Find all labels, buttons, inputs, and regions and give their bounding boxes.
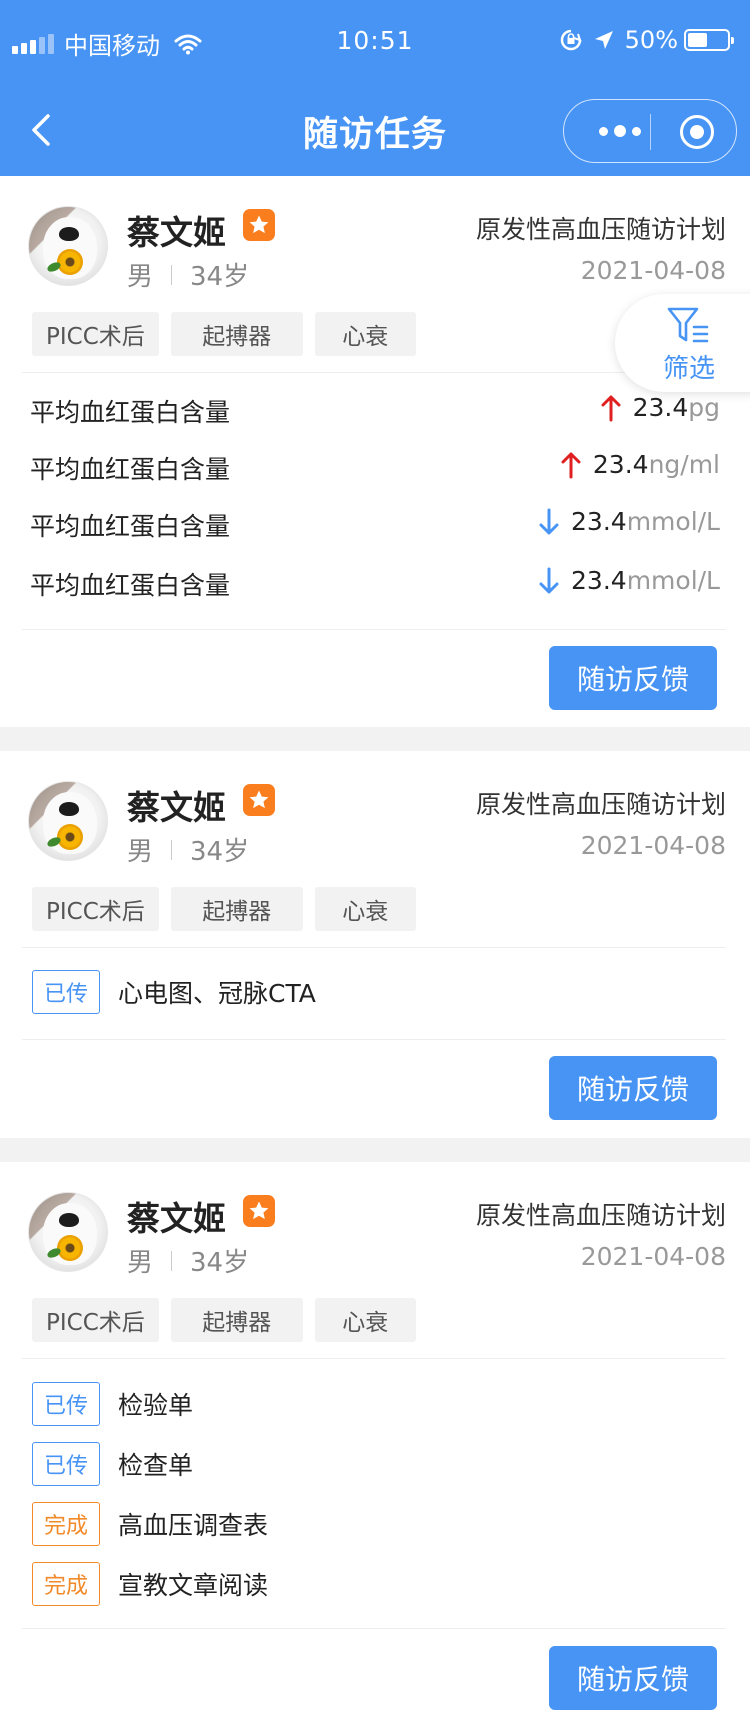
metric-value: 23.4 pg — [601, 393, 720, 422]
tag-chip: PICC术后 — [32, 887, 159, 931]
tag-chip: 心衰 — [314, 312, 416, 356]
patient-gender: 男 — [127, 837, 154, 867]
avatar — [28, 781, 108, 861]
plan-name: 原发性高血压随访计划 — [475, 1201, 726, 1230]
meta-divider — [171, 264, 173, 285]
metric-row: 平均血红蛋白含量 23.4 ng/ml — [30, 450, 720, 490]
upload-item: 已传 心电图、冠脉CTA — [32, 970, 316, 1014]
patient-name: 蔡文姬 — [127, 213, 226, 252]
divider — [22, 1628, 726, 1629]
patient-gender: 男 — [127, 1248, 154, 1278]
plan-date: 2021-04-08 — [580, 1242, 726, 1271]
upload-item: 已传 检验单 — [32, 1382, 193, 1426]
metric-label: 平均血红蛋白含量 — [30, 455, 231, 484]
patient-age: 34岁 — [190, 262, 250, 292]
status-badge: 已传 — [32, 1442, 100, 1486]
filter-icon — [667, 307, 709, 343]
upload-item-text: 心电图、冠脉CTA — [118, 979, 316, 1008]
more-dots-icon[interactable] — [590, 100, 650, 162]
avatar — [28, 206, 108, 286]
capsule-divider — [650, 114, 651, 150]
arrow-up-icon — [561, 452, 581, 478]
followup-feedback-button[interactable]: 随访反馈 — [549, 1646, 717, 1710]
upload-item: 完成 宣教文章阅读 — [32, 1562, 268, 1606]
tag-list: PICC术后 起搏器 心衰 — [32, 1298, 416, 1342]
patient-meta: 男 34岁 — [127, 256, 249, 293]
metric-value: 23.4 ng/ml — [561, 450, 720, 479]
tag-chip: 起搏器 — [170, 1298, 303, 1342]
tag-chip: 心衰 — [314, 887, 416, 931]
divider — [22, 1358, 726, 1359]
divider — [22, 629, 726, 630]
star-icon — [243, 209, 275, 241]
metric-label: 平均血红蛋白含量 — [30, 398, 231, 427]
followup-feedback-button[interactable]: 随访反馈 — [549, 1056, 717, 1120]
metric-row: 平均血红蛋白含量 23.4 mmol/L — [30, 507, 720, 547]
metric-label: 平均血红蛋白含量 — [30, 571, 231, 600]
battery-percent: 50% — [624, 26, 678, 54]
filter-button[interactable]: 筛选 — [615, 294, 750, 392]
arrow-down-icon — [539, 508, 559, 534]
status-badge: 完成 — [32, 1502, 100, 1546]
divider — [22, 947, 726, 948]
patient-card[interactable]: 蔡文姬 男 34岁 原发性高血压随访计划 2021-04-08 PICC术后 起… — [0, 1162, 750, 1722]
star-icon — [243, 1195, 275, 1227]
upload-item-text: 高血压调查表 — [118, 1511, 269, 1540]
patient-age: 34岁 — [190, 1248, 250, 1278]
star-icon — [243, 784, 275, 816]
followup-feedback-button[interactable]: 随访反馈 — [549, 646, 717, 710]
tag-list: PICC术后 起搏器 心衰 — [32, 312, 416, 356]
arrow-down-icon — [539, 567, 559, 593]
header-bar: 中国移动 10:51 50% 随访任务 — [0, 0, 750, 176]
tag-chip: PICC术后 — [32, 312, 159, 356]
battery-icon — [684, 29, 734, 51]
plan-date: 2021-04-08 — [580, 256, 726, 285]
patient-name: 蔡文姬 — [127, 788, 226, 827]
metric-value: 23.4 mmol/L — [539, 507, 720, 536]
status-badge: 已传 — [32, 1382, 100, 1426]
battery-level — [688, 33, 707, 47]
status-badge: 完成 — [32, 1562, 100, 1606]
meta-divider — [171, 839, 173, 860]
plan-date: 2021-04-08 — [580, 831, 726, 860]
tag-chip: 心衰 — [314, 1298, 416, 1342]
patient-meta: 男 34岁 — [127, 1242, 249, 1279]
upload-item: 完成 高血压调查表 — [32, 1502, 268, 1546]
status-right: 50% — [559, 26, 734, 54]
divider — [22, 372, 726, 373]
location-arrow-icon — [594, 31, 613, 49]
upload-item-text: 宣教文章阅读 — [118, 1571, 269, 1600]
patient-name: 蔡文姬 — [127, 1199, 226, 1238]
upload-item-text: 检验单 — [118, 1391, 194, 1420]
mini-program-capsule — [563, 99, 737, 163]
patient-card[interactable]: 蔡文姬 男 34岁 原发性高血压随访计划 2021-04-08 PICC术后 起… — [0, 176, 750, 727]
metric-row: 平均血红蛋白含量 23.4 mmol/L — [30, 566, 720, 606]
tag-chip: 起搏器 — [170, 312, 303, 356]
avatar — [28, 1192, 108, 1272]
plan-name: 原发性高血压随访计划 — [475, 215, 726, 244]
target-circle-icon[interactable] — [680, 115, 714, 149]
patient-gender: 男 — [127, 262, 154, 292]
upload-item-text: 检查单 — [118, 1451, 194, 1480]
arrow-up-icon — [601, 395, 621, 421]
patient-age: 34岁 — [190, 837, 250, 867]
metric-label: 平均血红蛋白含量 — [30, 512, 231, 541]
tag-chip: PICC术后 — [32, 1298, 159, 1342]
status-badge: 已传 — [32, 970, 100, 1014]
filter-label: 筛选 — [663, 354, 716, 384]
upload-item: 已传 检查单 — [32, 1442, 193, 1486]
patient-meta: 男 34岁 — [127, 831, 249, 868]
patient-card[interactable]: 蔡文姬 男 34岁 原发性高血压随访计划 2021-04-08 PICC术后 起… — [0, 751, 750, 1138]
tag-chip: 起搏器 — [170, 887, 303, 931]
divider — [22, 1039, 726, 1040]
metric-row: 平均血红蛋白含量 23.4 pg — [30, 393, 720, 433]
metric-value: 23.4 mmol/L — [539, 566, 720, 595]
tag-list: PICC术后 起搏器 心衰 — [32, 887, 416, 931]
meta-divider — [171, 1250, 173, 1271]
status-bar: 中国移动 10:51 50% — [0, 0, 750, 88]
plan-name: 原发性高血压随访计划 — [475, 790, 726, 819]
orientation-lock-icon — [560, 29, 582, 51]
